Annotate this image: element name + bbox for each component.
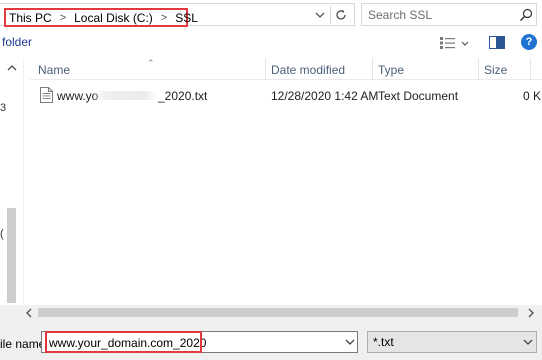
new-folder-button[interactable]: folder (2, 35, 32, 49)
search-input[interactable] (368, 7, 508, 23)
chevron-right-icon[interactable]: > (60, 12, 66, 24)
chevron-down-icon (345, 339, 355, 345)
file-name-highlight-box (45, 331, 202, 353)
sort-arrow-icon: ⌃ (147, 58, 155, 68)
scrollbar-thumb[interactable] (38, 308, 518, 317)
column-divider[interactable] (478, 58, 479, 80)
breadcrumb: This PC > Local Disk (C:) > SSL (4, 8, 198, 27)
refresh-button[interactable] (330, 6, 350, 24)
save-options: ile name: *.txt (0, 320, 542, 360)
chevron-up-icon[interactable] (6, 62, 18, 74)
address-history-button[interactable] (312, 7, 328, 23)
search-box[interactable] (361, 3, 537, 26)
chevron-down-icon (461, 41, 469, 46)
save-as-type-dropdown-button[interactable] (521, 335, 535, 349)
refresh-icon (335, 9, 346, 20)
scroll-left-icon[interactable] (22, 306, 36, 319)
column-divider[interactable] (372, 58, 373, 80)
table-row[interactable]: www.yo _2020.txt 12/28/2020 1:42 AM Text… (30, 86, 542, 106)
horizontal-scrollbar[interactable] (0, 305, 542, 320)
navigation-pane: 3 ( (0, 58, 24, 320)
redacted-region (93, 91, 157, 100)
column-header-date-modified[interactable]: Date modified (271, 63, 345, 77)
save-as-type-select[interactable]: *.txt (367, 331, 537, 353)
preview-pane-icon[interactable] (489, 36, 505, 49)
breadcrumb-this-pc[interactable]: This PC (9, 11, 52, 25)
file-name-suffix: _2020.txt (158, 89, 208, 103)
breadcrumb-ssl[interactable]: SSL (175, 11, 198, 25)
address-row: This PC > Local Disk (C:) > SSL (0, 0, 542, 28)
column-divider[interactable] (265, 58, 266, 80)
column-header-size[interactable]: Size (484, 63, 507, 77)
address-bar[interactable]: This PC > Local Disk (C:) > SSL (0, 3, 355, 27)
column-divider[interactable] (530, 58, 531, 80)
column-header-row: ⌃ Name Date modified Type Size (30, 58, 542, 80)
breadcrumb-local-disk[interactable]: Local Disk (C:) (74, 11, 153, 25)
toolbar: folder ? (0, 28, 542, 58)
save-as-type-value: *.txt (373, 335, 394, 349)
chevron-down-icon (523, 339, 533, 345)
column-header-name[interactable]: Name (38, 63, 70, 77)
file-list-pane: 3 ( ⌃ Name Date modified Type Size www.y… (0, 58, 542, 320)
text-file-icon (40, 87, 53, 103)
help-icon[interactable]: ? (521, 34, 537, 50)
nav-item-fragment[interactable]: 3 (0, 102, 6, 114)
file-type: Text Document (378, 89, 459, 103)
save-dialog: This PC > Local Disk (C:) > SSL folder (0, 0, 542, 360)
chevron-down-icon (315, 12, 325, 18)
chevron-right-icon[interactable]: > (161, 12, 167, 24)
file-name-dropdown-button[interactable] (343, 335, 357, 349)
nav-item-fragment[interactable]: ( (0, 228, 4, 240)
search-icon[interactable] (519, 8, 533, 22)
scroll-right-icon[interactable] (524, 306, 538, 319)
column-header-type[interactable]: Type (378, 63, 404, 77)
file-size: 0 KB (523, 89, 542, 103)
nav-scrollbar-thumb[interactable] (7, 208, 16, 303)
details-view-icon (440, 37, 455, 49)
change-view-button[interactable] (440, 35, 472, 51)
file-date-modified: 12/28/2020 1:42 AM (271, 89, 379, 103)
